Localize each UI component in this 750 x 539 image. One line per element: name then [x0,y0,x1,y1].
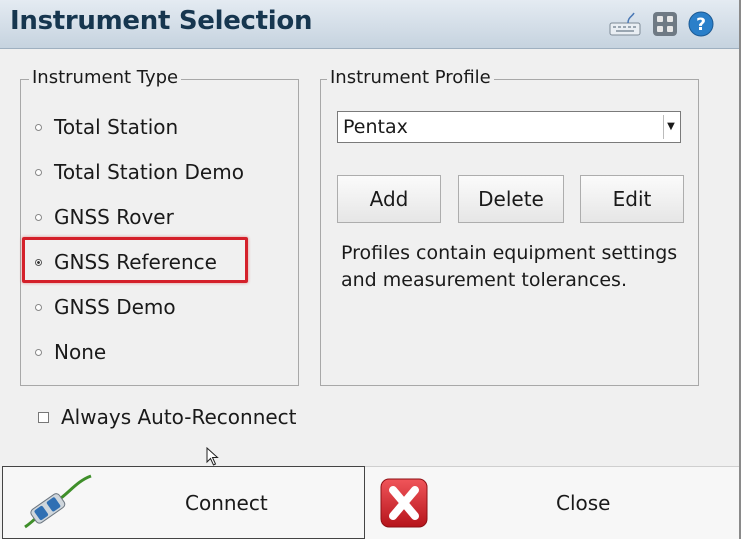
profile-dropdown[interactable]: Pentax ▼ [337,111,681,143]
auto-reconnect-label: Always Auto-Reconnect [61,405,297,429]
connect-button[interactable]: Connect [2,466,365,539]
profile-dropdown-value: Pentax [343,116,408,138]
radio-label: GNSS Rover [54,205,174,229]
radio-indicator [35,303,42,311]
profile-description: Profiles contain equipment settings and … [341,242,678,291]
mouse-cursor-icon [206,447,219,466]
help-icon[interactable]: ? [688,11,714,37]
add-profile-button[interactable]: Add [337,175,441,223]
radio-total-station-demo[interactable]: Total Station Demo [35,159,244,185]
radio-none[interactable]: None [35,339,106,365]
instrument-profile-group: Instrument Profile Pentax ▼ Add Delete E… [320,67,699,386]
keyboard-icon[interactable] [608,11,642,37]
close-button[interactable]: Close [365,466,739,539]
chevron-down-icon[interactable]: ▼ [663,115,678,139]
auto-reconnect-checkbox[interactable]: Always Auto-Reconnect [38,403,297,431]
radio-label: GNSS Demo [54,295,176,319]
instrument-type-legend: Instrument Type [29,67,182,88]
delete-profile-button[interactable]: Delete [458,175,564,223]
connect-label: Connect [185,491,268,515]
radio-indicator [35,213,42,221]
edit-profile-button[interactable]: Edit [580,175,684,223]
radio-indicator [35,123,42,131]
radio-gnss-rover[interactable]: GNSS Rover [35,204,174,230]
radio-indicator [35,348,42,356]
close-icon [380,478,428,528]
selection-highlight-box [22,237,248,283]
svg-text:?: ? [696,15,706,35]
radio-label: Total Station Demo [54,160,244,184]
radio-total-station[interactable]: Total Station [35,114,178,140]
window-title: Instrument Selection [10,6,313,36]
instrument-type-group: Instrument Type Total Station Total Stat… [20,67,299,386]
instrument-profile-legend: Instrument Profile [327,67,494,88]
connector-plug-icon [24,474,92,529]
radio-indicator [35,168,42,176]
close-label: Close [556,491,611,515]
radio-gnss-demo[interactable]: GNSS Demo [35,294,176,320]
title-bar: Instrument Selection ? [0,0,739,49]
instrument-selection-window: Instrument Selection ? Instrument Type T… [0,0,741,539]
radio-label: Total Station [54,115,179,139]
radio-label: None [54,340,107,364]
checkbox-box[interactable] [38,411,49,423]
calculator-icon[interactable] [652,11,678,37]
